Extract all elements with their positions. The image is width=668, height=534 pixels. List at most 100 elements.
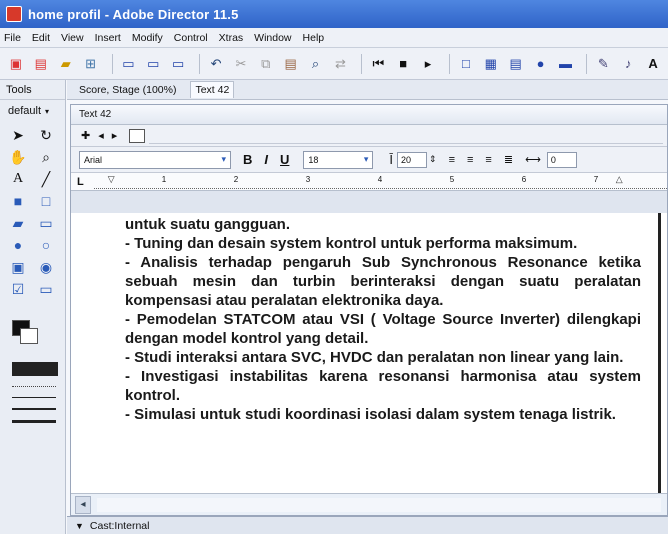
arrow-tool-icon[interactable]: ➤ [8,126,28,144]
library-palette-icon[interactable]: ▬ [556,54,576,74]
ruler-number: 2 [233,174,239,184]
align-center-icon[interactable]: ≡ [467,154,473,166]
import-icon[interactable]: ⊞ [81,54,101,74]
checkbox-tool-icon[interactable]: ☑ [8,280,28,298]
underline-button[interactable]: U [280,152,289,167]
italic-button[interactable]: I [264,152,268,167]
add-member-icon[interactable]: ✚ [81,129,90,142]
line-tool-icon[interactable]: ╱ [36,170,56,188]
cast-panel-bar[interactable]: ▼ Cast:Internal [67,516,668,534]
play-icon[interactable]: ▸ [418,54,438,74]
menu-xtras[interactable]: Xtras [219,32,244,44]
cast-window-icon[interactable]: ▦ [481,54,501,74]
drag-member-icon[interactable] [129,128,146,143]
cut-icon[interactable]: ✂ [231,54,251,74]
paste-icon[interactable]: ▤ [281,54,301,74]
menu-control[interactable]: Control [174,32,208,44]
round-rect-tool-icon[interactable]: ▭ [36,214,56,232]
stage-window-icon[interactable]: □ [456,54,476,74]
ruler-number: 4 [377,174,383,184]
text-editing-area[interactable]: untuk suatu gangguan. - Tuning dan desai… [71,213,667,493]
filled-ellipse-tool-icon[interactable]: ● [8,236,28,254]
kerning-field[interactable]: 0 [546,151,577,168]
undo-icon[interactable]: ↶ [206,54,226,74]
menu-view[interactable]: View [61,32,84,44]
scroll-left-icon[interactable]: ◂ [75,495,91,514]
rect-tool-icon[interactable]: □ [36,192,56,210]
font-size-select[interactable]: 18 ▾ [303,150,374,169]
line-width-2[interactable] [12,408,56,410]
text-member-content[interactable]: untuk suatu gangguan. - Tuning dan desai… [125,215,641,424]
radio-tool-icon[interactable]: ◉ [36,258,56,276]
score-window-icon[interactable]: ▤ [506,54,526,74]
member-name-field[interactable] [149,128,663,144]
tool-grid: ➤ ↻ ✋ ⌕ A ╱ ■ □ ▰ ▭ ● ○ ▣ ◉ ☑ ▭ [0,122,65,302]
ellipse-tool-icon[interactable]: ○ [36,236,56,254]
text-window-icon[interactable]: A [643,54,663,74]
format-toolbar: Arial ▾ B I U 18 ▾ Ī 20 ⇕ ≡ ≡ ≡ ≣ ⟷ 0 [71,147,667,173]
property-inspector-icon[interactable]: ● [531,54,551,74]
new-cast-icon[interactable]: ▤ [31,54,51,74]
menu-insert[interactable]: Insert [95,32,121,44]
publish-icon[interactable]: ▭ [168,54,188,74]
menu-window[interactable]: Window [254,32,291,44]
justify-icon[interactable]: ≣ [504,153,513,166]
filled-round-rect-tool-icon[interactable]: ▰ [8,214,28,232]
window-title: home profil - Adobe Director 11.5 [28,6,239,22]
line-width-thin[interactable] [12,386,56,387]
message-icon[interactable]: ♪ [618,54,638,74]
align-right-icon[interactable]: ≡ [485,154,491,166]
color-chips[interactable] [12,320,38,344]
line-spacing-field[interactable]: 20 [397,151,428,168]
line-width-options[interactable] [0,386,65,423]
bold-button[interactable]: B [243,152,252,167]
menu-file[interactable]: File [4,32,21,44]
text-tool-icon[interactable]: A [8,170,28,188]
first-indent-marker[interactable]: ▽ [108,174,115,185]
collapse-arrow-icon[interactable]: ▼ [75,521,84,531]
new-movie-icon[interactable]: ▣ [6,54,26,74]
filled-rect-tool-icon[interactable]: ■ [8,192,28,210]
text-area-right-edge [658,213,661,493]
save-all-icon[interactable]: ▭ [143,54,163,74]
exchange-icon[interactable]: ⇄ [331,54,351,74]
font-select[interactable]: Arial ▾ [79,150,231,169]
hand-tool-icon[interactable]: ✋ [8,148,28,166]
script-icon[interactable]: ✎ [593,54,613,74]
text-window-title: Text 42 [79,109,112,120]
ruler-number: 7 [593,174,599,184]
tools-preset-select[interactable]: default ▾ [0,100,65,122]
line-width-1[interactable] [12,397,56,398]
line-width-3[interactable] [12,420,56,423]
zoom-tool-icon[interactable]: ⌕ [36,148,56,166]
tools-preset-label: default [8,105,42,117]
tab-score-stage[interactable]: Score, Stage (100%) [75,82,180,98]
background-color-chip[interactable] [20,328,38,344]
save-icon[interactable]: ▭ [119,54,139,74]
tab-text-42[interactable]: Text 42 [190,81,235,98]
pattern-chip[interactable] [12,362,58,376]
tab-stop-type[interactable]: L [77,176,84,188]
copy-icon[interactable]: ⧉ [256,54,276,74]
menu-help[interactable]: Help [303,32,325,44]
open-folder-icon[interactable]: ▰ [56,54,76,74]
right-indent-marker[interactable]: △ [616,174,623,185]
line-spacing-icon: Ī [389,152,394,167]
next-member-icon[interactable]: ▸ [112,129,118,142]
find-icon[interactable]: ⌕ [306,54,326,74]
rotate-tool-icon[interactable]: ↻ [36,126,56,144]
previous-member-icon[interactable]: ◂ [98,129,104,142]
text-ruler[interactable]: L ▽ 1 2 3 4 5 6 7 △ [71,173,667,191]
menu-edit[interactable]: Edit [32,32,50,44]
spinner-icon[interactable]: ⇕ [429,154,437,165]
horizontal-scrollbar[interactable]: ◂ [71,493,667,515]
align-left-icon[interactable]: ≡ [449,154,455,166]
stop-icon[interactable]: ■ [393,54,413,74]
menu-modify[interactable]: Modify [132,32,163,44]
button-tool-icon[interactable]: ▣ [8,258,28,276]
rewind-icon[interactable]: ⏮ [368,54,388,74]
field-tool-icon[interactable]: ▭ [36,280,56,298]
line-spacing-value: 20 [401,154,412,165]
scroll-track[interactable] [97,497,661,512]
chevron-down-icon: ▾ [363,154,369,164]
